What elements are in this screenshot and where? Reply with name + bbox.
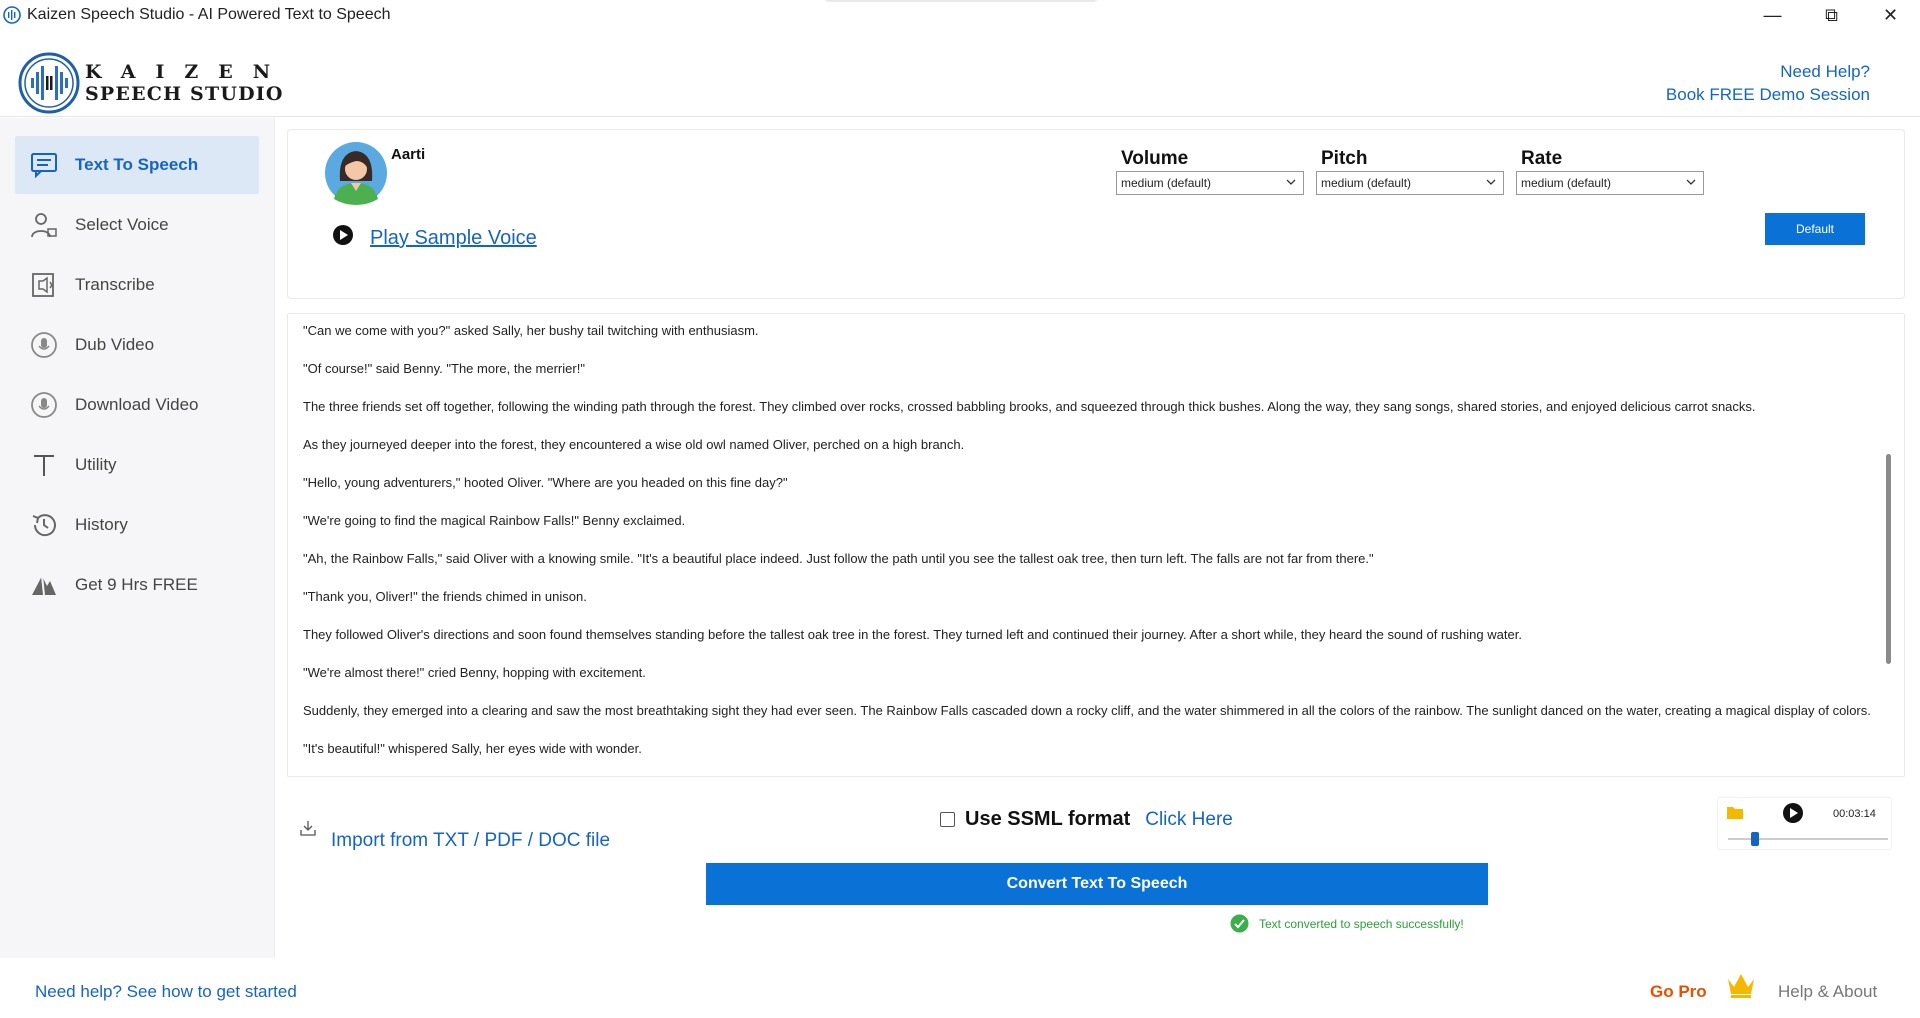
pitch-select[interactable]: medium (default) [1316,171,1504,195]
story-paragraph: "Hello, young adventurers," hooted Olive… [303,475,788,490]
sidebar-item-label: Transcribe [75,275,155,294]
get-started-link[interactable]: Need help? See how to get started [35,982,297,1002]
minimize-button[interactable]: — [1743,0,1802,30]
crown-icon[interactable] [1725,970,1757,1000]
story-text: "Can we come with you?" asked Sally, her… [303,321,1873,776]
story-paragraph: "We're almost there!" cried Benny, hoppi… [303,665,646,680]
title-bar: Kaizen Speech Studio - AI Powered Text t… [0,0,1920,30]
help-about-link[interactable]: Help & About [1778,982,1877,1002]
text-input-area[interactable]: "Can we come with you?" asked Sally, her… [287,313,1905,777]
rate-select[interactable]: medium (default) [1516,171,1704,195]
text-t-icon [29,450,59,480]
close-button[interactable]: ✕ [1861,0,1920,30]
sidebar-item-label: Dub Video [75,335,155,354]
chevron-down-icon [1286,179,1296,185]
sidebar-item-label: Get 9 Hrs FREE [75,575,198,594]
sidebar-item-download-video[interactable]: Download Video [15,376,259,434]
volume-control: Volume medium (default) [1116,148,1304,195]
story-paragraph: "Of course!" said Benny. "The more, the … [303,361,585,376]
import-file[interactable]: Import from TXT / PDF / DOC file [300,820,610,852]
logo-line-2: SPEECH STUDIO [85,83,284,105]
story-paragraph: "It's beautiful!" whispered Sally, her e… [303,741,642,756]
sidebar-item-utility[interactable]: Utility [15,436,259,494]
folder-icon[interactable] [1726,804,1744,820]
ssml-click-here-link[interactable]: Click Here [1145,809,1233,831]
rate-label: Rate [1521,148,1563,169]
sidebar-item-dub-video[interactable]: Dub Video [15,316,259,374]
drag-notch [822,0,1100,2]
voice-panel: Aarti Play Sample Voice Volume medium (d… [287,129,1905,299]
ssml-label: Use SSML format [965,808,1131,830]
history-icon [29,510,59,540]
book-demo-link[interactable]: Book FREE Demo Session [1666,83,1870,106]
ssml-option: Use SSML format Click Here [940,808,1233,831]
play-sample-voice-link[interactable]: Play Sample Voice [370,227,537,250]
sidebar-item-select-voice[interactable]: Select Voice [15,196,259,254]
download-icon [300,821,316,836]
import-file-label: Import from TXT / PDF / DOC file [331,830,611,851]
rate-control: Rate medium (default) [1516,148,1704,195]
help-links: Need Help? Book FREE Demo Session [1666,60,1870,106]
convert-text-to-speech-button[interactable]: Convert Text To Speech [706,863,1488,905]
microphone-icon [29,390,59,420]
sidebar-item-history[interactable]: History [15,496,259,554]
transcribe-icon [29,270,59,300]
app-icon [3,6,21,24]
default-button[interactable]: Default [1765,213,1865,245]
pitch-control: Pitch medium (default) [1316,148,1504,195]
logo-waveform-icon [18,52,80,114]
sidebar-item-label: Text To Speech [75,155,199,174]
microphone-icon [29,330,59,360]
check-circle-icon [1230,914,1249,933]
chevron-down-icon [1686,179,1696,185]
go-pro-link[interactable]: Go Pro [1650,982,1707,1002]
voice-name: Aarti [391,146,426,163]
volume-select[interactable]: medium (default) [1116,171,1304,195]
app-header: KAIZEN SPEECH STUDIO Need Help? Book FRE… [0,30,1920,117]
status-message: Text converted to speech successfully! [1230,914,1464,933]
story-paragraph: Suddenly, they emerged into a clearing a… [303,703,1871,718]
voice-avatar[interactable] [324,141,388,205]
story-paragraph: "Thank you, Oliver!" the friends chimed … [303,589,587,604]
sidebar-item-label: Utility [75,455,117,474]
rate-value: medium (default) [1521,176,1612,190]
pitch-label: Pitch [1321,148,1368,169]
sidebar: Text To Speech Select Voice Transcribe D… [0,118,275,958]
volume-value: medium (default) [1121,176,1212,190]
story-paragraph: "Ah, the Rainbow Falls," said Oliver wit… [303,551,1374,566]
sidebar-item-get-free-hours[interactable]: Get 9 Hrs FREE [15,556,259,614]
sidebar-item-label: History [75,515,128,534]
window-controls: — ⧉ ✕ [1743,0,1920,30]
logo-text: KAIZEN SPEECH STUDIO [85,61,290,105]
logo: KAIZEN SPEECH STUDIO [18,52,290,114]
logo-line-1: KAIZEN [85,61,291,83]
volume-label: Volume [1121,148,1189,169]
story-paragraph: They followed Oliver's directions and so… [303,627,1522,642]
pitch-value: medium (default) [1321,176,1412,190]
play-icon[interactable] [332,224,354,246]
chat-icon [29,150,59,180]
story-paragraph: As they journeyed deeper into the forest… [303,437,965,452]
sidebar-item-text-to-speech[interactable]: Text To Speech [15,136,259,194]
restore-button[interactable]: ⧉ [1802,0,1861,30]
story-paragraph: The three friends set off together, foll… [303,399,1756,414]
status-text: Text converted to speech successfully! [1259,916,1464,931]
sidebar-item-label: Download Video [75,395,199,414]
need-help-link[interactable]: Need Help? [1666,60,1870,83]
audio-player: 00:03:14 [1717,797,1892,850]
mountain-icon [29,570,59,600]
app-window: Kaizen Speech Studio - AI Powered Text t… [0,0,1920,1018]
story-paragraph: "Can we come with you?" asked Sally, her… [303,323,759,338]
audio-duration: 00:03:14 [1833,808,1876,820]
sidebar-item-label: Select Voice [75,215,169,234]
text-scrollbar[interactable] [1886,454,1891,664]
user-voice-icon [29,210,59,240]
play-icon[interactable] [1782,802,1804,824]
audio-seek-thumb[interactable] [1751,832,1760,846]
ssml-checkbox[interactable] [940,812,955,827]
window-title: Kaizen Speech Studio - AI Powered Text t… [27,6,391,23]
sidebar-item-transcribe[interactable]: Transcribe [15,256,259,314]
story-paragraph: "We're going to find the magical Rainbow… [303,513,686,528]
chevron-down-icon [1486,179,1496,185]
